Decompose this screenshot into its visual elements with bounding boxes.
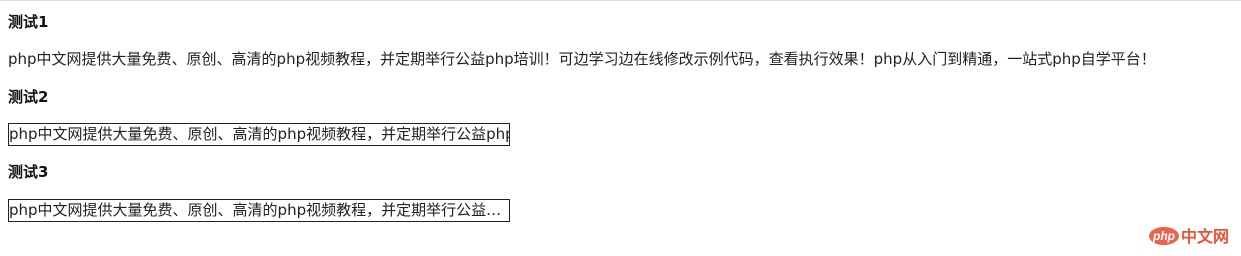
clipped-text-box: php中文网提供大量免费、原创、高清的php视频教程，并定期举行公益php培训！…: [8, 123, 510, 146]
ellipsis-text-box: php中文网提供大量免费、原创、高清的php视频教程，并定期举行公益php培训！…: [8, 199, 510, 222]
heading-test-2: 测试2: [8, 88, 49, 106]
heading-test-3: 测试3: [8, 163, 49, 181]
watermark-site: 中文网: [1181, 227, 1229, 246]
heading-test-1: 测试1: [8, 13, 49, 31]
top-divider: [0, 0, 1241, 1]
php-logo-icon: php 中文网: [1149, 227, 1229, 246]
watermark-brand: php: [1152, 229, 1175, 243]
php-cn-watermark-logo: php 中文网: [1148, 222, 1232, 250]
paragraph-full-text: php中文网提供大量免费、原创、高清的php视频教程，并定期举行公益php培训！…: [8, 50, 1156, 68]
